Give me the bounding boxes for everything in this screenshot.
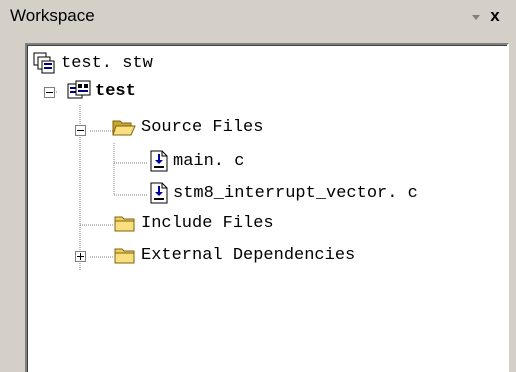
tree-node-include-files[interactable]: Include Files [27, 211, 357, 237]
workspace-panel: Workspace x test. stw test Source Files … [0, 0, 516, 372]
workspace-file-label: test. stw [61, 54, 153, 73]
collapse-toggle-project[interactable] [44, 87, 55, 98]
tree-node-external-dependencies[interactable]: External Dependencies [27, 243, 447, 269]
collapse-toggle-source-files[interactable] [75, 125, 86, 136]
external-folder-label: External Dependencies [141, 246, 356, 265]
tree-node-workspace[interactable]: test. stw [27, 51, 327, 77]
source-file-icon [150, 150, 168, 172]
source-file-icon [150, 182, 168, 204]
file-main-label: main. c [173, 152, 245, 171]
open-folder-icon [112, 120, 136, 136]
file-interrupt-vector-label: stm8_interrupt_vector. c [173, 184, 418, 203]
source-folder-label: Source Files [141, 118, 264, 137]
project-label: test [95, 82, 136, 101]
project-icon [67, 80, 91, 99]
tree-node-source-files[interactable]: Source Files [27, 115, 357, 141]
project-tree[interactable]: test. stw test Source Files main. c stm8… [25, 43, 509, 372]
panel-title: Workspace [10, 6, 95, 25]
tree-node-project[interactable]: test [27, 79, 327, 105]
expand-toggle-external-dependencies[interactable] [75, 251, 86, 262]
panel-titlebar[interactable]: Workspace x [4, 4, 512, 28]
folder-icon [114, 248, 135, 264]
close-button[interactable]: x [486, 7, 504, 25]
folder-icon [114, 216, 135, 232]
include-folder-label: Include Files [141, 214, 274, 233]
dropdown-arrow-icon[interactable] [470, 11, 482, 23]
workspace-icon [33, 52, 55, 74]
tree-node-file-main[interactable]: main. c [27, 149, 357, 175]
tree-node-file-interrupt-vector[interactable]: stm8_interrupt_vector. c [27, 181, 507, 207]
